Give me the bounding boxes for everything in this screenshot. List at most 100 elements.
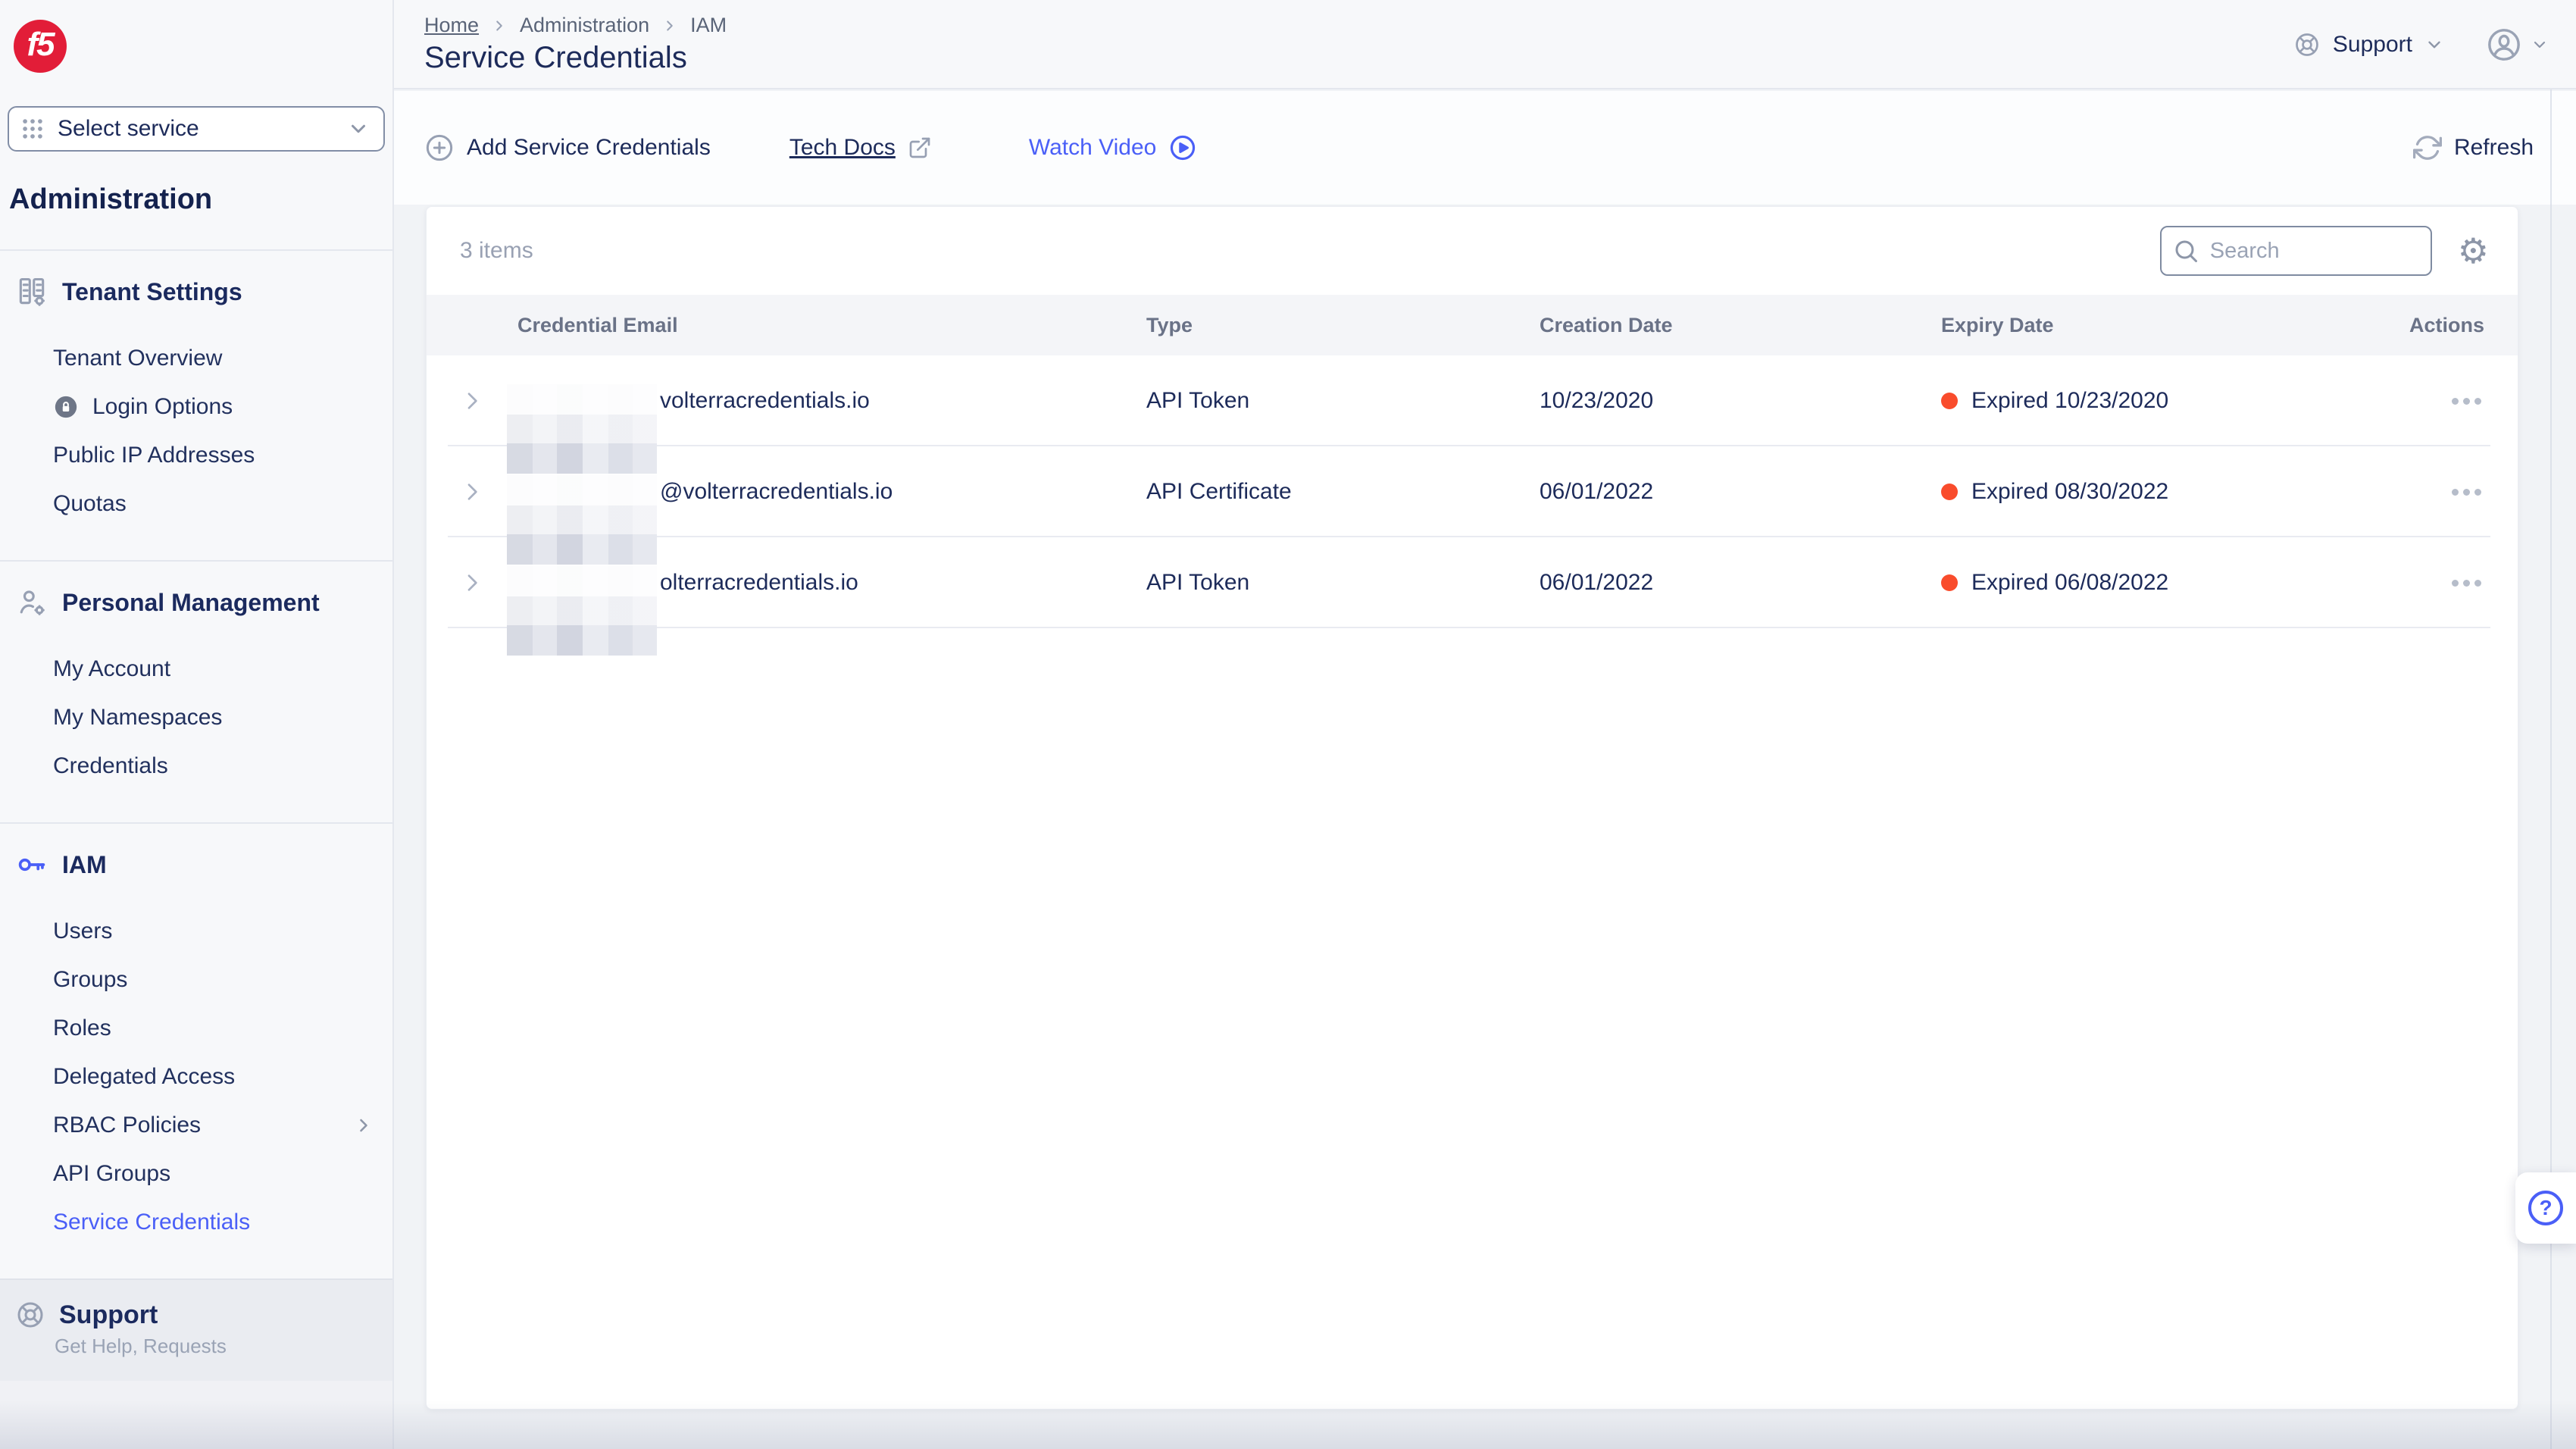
- sidebar-item-label: Credentials: [53, 753, 168, 779]
- expiry-label: Expired 10/23/2020: [1971, 388, 2168, 414]
- sidebar-item-login-options[interactable]: Login Options: [0, 383, 392, 431]
- actions-cell: [2365, 398, 2518, 405]
- scroll-gutter-line: [2550, 89, 2552, 1449]
- expiry-cell: Expired 08/30/2022: [1941, 479, 2365, 505]
- nav-group-title: Personal Management: [62, 589, 320, 617]
- sidebar-item-groups[interactable]: Groups: [0, 956, 392, 1004]
- column-header-creation-date[interactable]: Creation Date: [1540, 314, 1941, 337]
- sidebar-item-label: Login Options: [92, 394, 233, 420]
- search-box: [2160, 226, 2432, 276]
- support-menu-button[interactable]: Support: [2293, 31, 2444, 58]
- creation-date-cell: 10/23/2020: [1540, 388, 1941, 414]
- creation-date-cell: 06/01/2022: [1540, 570, 1941, 596]
- sidebar-section-title: Administration: [9, 183, 392, 216]
- sidebar-item-label: Public IP Addresses: [53, 443, 255, 468]
- sidebar-item-label: RBAC Policies: [53, 1113, 201, 1138]
- play-circle-icon: [1168, 133, 1197, 162]
- sidebar-item-credentials[interactable]: Credentials: [0, 742, 392, 790]
- sidebar-item-label: Quotas: [53, 491, 127, 517]
- nav-group-iam: IAM Users Groups Roles Delegated Access …: [0, 822, 392, 1278]
- search-input[interactable]: [2160, 226, 2432, 276]
- sidebar-item-public-ip-addresses[interactable]: Public IP Addresses: [0, 431, 392, 480]
- table-settings-gear-icon[interactable]: ⚙: [2458, 233, 2489, 268]
- expiry-cell: Expired 10/23/2020: [1941, 388, 2365, 414]
- table-header-row: Credential Email Type Creation Date Expi…: [427, 295, 2518, 355]
- type-cell: API Token: [1146, 570, 1540, 596]
- tech-docs-label: Tech Docs: [789, 135, 896, 161]
- row-expander-chevron-icon[interactable]: [427, 571, 517, 595]
- nav-group-title: Tenant Settings: [62, 278, 242, 306]
- expired-status-dot: [1941, 574, 1958, 591]
- row-actions-ellipsis-icon[interactable]: [2452, 580, 2481, 587]
- help-button[interactable]: ?: [2515, 1172, 2576, 1244]
- nav-group-header-personal-management[interactable]: Personal Management: [0, 584, 392, 621]
- add-service-credentials-button[interactable]: Add Service Credentials: [424, 133, 711, 163]
- sidebar: f5 Select service Administration: [0, 0, 394, 1449]
- row-actions-ellipsis-icon[interactable]: [2452, 398, 2481, 405]
- app-root: f5 Select service Administration: [0, 0, 2576, 1449]
- sidebar-item-quotas[interactable]: Quotas: [0, 480, 392, 528]
- breadcrumb-administration[interactable]: Administration: [520, 14, 649, 37]
- search-icon: [2172, 237, 2199, 264]
- sidebar-item-service-credentials[interactable]: Service Credentials: [0, 1198, 392, 1247]
- actions-cell: [2365, 489, 2518, 496]
- service-credentials-card: 3 items ⚙ Credential Email Type Creation…: [426, 206, 2518, 1410]
- sidebar-item-users[interactable]: Users: [0, 907, 392, 956]
- sidebar-item-label: Service Credentials: [53, 1210, 250, 1235]
- expiry-label: Expired 08/30/2022: [1971, 479, 2168, 505]
- nav-group-header-tenant-settings[interactable]: Tenant Settings: [0, 274, 392, 310]
- nav-group-header-iam[interactable]: IAM: [0, 847, 392, 883]
- tech-docs-link[interactable]: Tech Docs: [789, 135, 932, 161]
- column-header-type[interactable]: Type: [1146, 314, 1540, 337]
- refresh-button[interactable]: Refresh: [2413, 133, 2534, 162]
- avatar-icon: [2487, 27, 2521, 62]
- person-gear-icon: [15, 586, 48, 619]
- user-menu-button[interactable]: [2487, 27, 2549, 62]
- redacted-email-block: [507, 475, 657, 565]
- refresh-label: Refresh: [2454, 135, 2534, 161]
- row-expander-chevron-icon[interactable]: [427, 480, 517, 504]
- table-row: volterracredentials.io API Token 10/23/2…: [427, 355, 2518, 446]
- external-link-icon: [908, 136, 932, 160]
- type-cell: API Certificate: [1146, 479, 1540, 505]
- chevron-down-icon: [2531, 36, 2549, 54]
- actions-cell: [2365, 580, 2518, 587]
- breadcrumb-home[interactable]: Home: [424, 14, 479, 37]
- items-count: 3 items: [460, 238, 533, 264]
- sidebar-item-my-account[interactable]: My Account: [0, 645, 392, 693]
- creation-date-cell: 06/01/2022: [1540, 479, 1941, 505]
- sidebar-support[interactable]: Support Get Help, Requests: [0, 1278, 392, 1381]
- f5-logo-text: f5: [27, 26, 53, 64]
- support-title: Support: [59, 1300, 158, 1330]
- column-header-expiry-date[interactable]: Expiry Date: [1941, 314, 2365, 337]
- page-title: Service Credentials: [424, 41, 687, 75]
- row-actions-ellipsis-icon[interactable]: [2452, 489, 2481, 496]
- grid-icon: [20, 116, 45, 142]
- row-expander-chevron-icon[interactable]: [427, 389, 517, 413]
- sidebar-item-api-groups[interactable]: API Groups: [0, 1150, 392, 1198]
- breadcrumb-iam[interactable]: IAM: [690, 14, 727, 37]
- chevron-right-icon: [661, 17, 678, 34]
- sidebar-item-delegated-access[interactable]: Delegated Access: [0, 1053, 392, 1101]
- sidebar-item-label: API Groups: [53, 1161, 170, 1187]
- support-menu-label: Support: [2333, 32, 2412, 58]
- expired-status-dot: [1941, 393, 1958, 409]
- sidebar-item-my-namespaces[interactable]: My Namespaces: [0, 693, 392, 742]
- sidebar-item-tenant-overview[interactable]: Tenant Overview: [0, 334, 392, 383]
- sidebar-item-roles[interactable]: Roles: [0, 1004, 392, 1053]
- plus-circle-icon: [424, 133, 455, 163]
- support-subtitle: Get Help, Requests: [55, 1335, 392, 1358]
- life-buoy-icon: [2293, 31, 2321, 58]
- table-row: @volterracredentials.io API Certificate …: [427, 446, 2518, 537]
- sidebar-item-label: Tenant Overview: [53, 346, 222, 371]
- nav-group-personal-management: Personal Management My Account My Namesp…: [0, 560, 392, 822]
- column-header-credential-email[interactable]: Credential Email: [517, 314, 1146, 337]
- redacted-email-block: [507, 566, 657, 656]
- chevron-down-icon: [2424, 35, 2444, 55]
- content-area: 3 items ⚙ Credential Email Type Creation…: [394, 205, 2576, 1449]
- breadcrumb: Home Administration IAM: [424, 14, 727, 37]
- service-selector[interactable]: Select service: [8, 106, 385, 152]
- sidebar-item-rbac-policies[interactable]: RBAC Policies: [0, 1101, 392, 1150]
- question-circle-icon: ?: [2528, 1191, 2563, 1225]
- watch-video-link[interactable]: Watch Video: [1029, 133, 1197, 162]
